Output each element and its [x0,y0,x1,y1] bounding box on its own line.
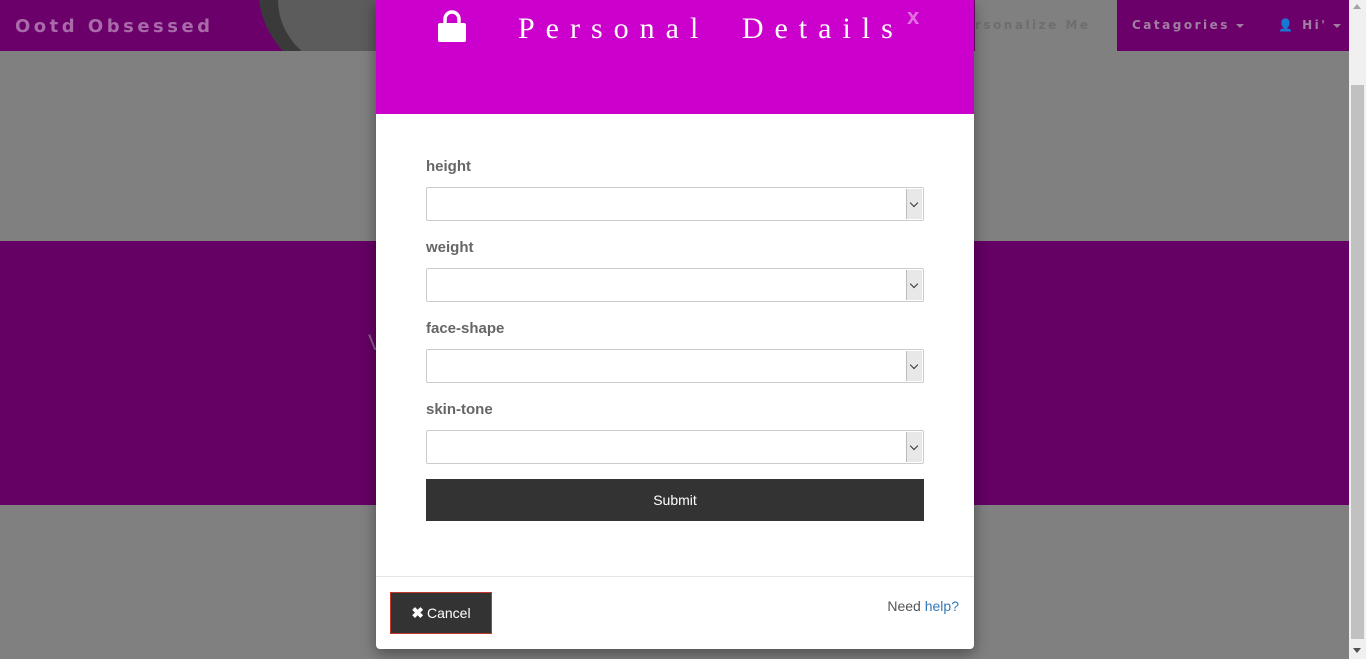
personal-details-modal: Personal Details x height weight face-sh… [376,0,974,649]
close-icon[interactable]: x [907,4,919,30]
scroll-up-arrow[interactable] [1353,4,1361,9]
submit-button[interactable]: Submit [426,479,924,521]
skin-tone-label: skin-tone [426,401,493,418]
page-scrollbar[interactable] [1349,0,1366,659]
modal-title: Personal Details [518,12,904,45]
chevron-down-icon[interactable] [906,432,922,462]
height-label: height [426,158,471,175]
brand-logo[interactable]: Ootd Obsessed [15,16,214,37]
personal-details-form: height weight face-shape skin-tone Submi… [426,158,924,521]
cancel-label: Cancel [426,605,471,621]
scroll-down-arrow[interactable] [1353,648,1361,653]
cancel-button[interactable]: ✖ Cancel [390,592,492,634]
nav-user-dropdown[interactable]: 👤 Hi' [1278,0,1342,51]
weight-select[interactable] [426,268,924,302]
skin-tone-select[interactable] [426,430,924,464]
lock-icon [438,10,466,42]
user-icon: 👤 [1278,18,1296,32]
scroll-thumb[interactable] [1351,85,1364,639]
help-prefix: Need [887,598,921,614]
nav-personalize-me[interactable]: rsonalize Me [975,0,1117,51]
chevron-down-icon[interactable] [906,270,922,300]
nav-personalize-label: rsonalize Me [975,18,1091,32]
help-link[interactable]: help? [925,598,959,614]
modal-header: Personal Details x [376,0,974,114]
chevron-down-icon[interactable] [906,189,922,219]
need-help: Need help? [887,598,959,614]
height-select[interactable] [426,187,924,221]
modal-footer: ✖ Cancel Need help? [376,576,974,649]
chevron-down-icon [1235,23,1244,28]
nav-categories-label: Catagories [1132,18,1230,32]
nav-user-label: Hi' [1302,18,1328,32]
face-shape-label: face-shape [426,320,505,337]
chevron-down-icon[interactable] [906,351,922,381]
weight-label: weight [426,239,474,256]
nav-categories-dropdown[interactable]: Catagories [1132,0,1244,51]
chevron-down-icon [1333,23,1342,28]
face-shape-select[interactable] [426,349,924,383]
times-icon: ✖ [411,605,424,622]
